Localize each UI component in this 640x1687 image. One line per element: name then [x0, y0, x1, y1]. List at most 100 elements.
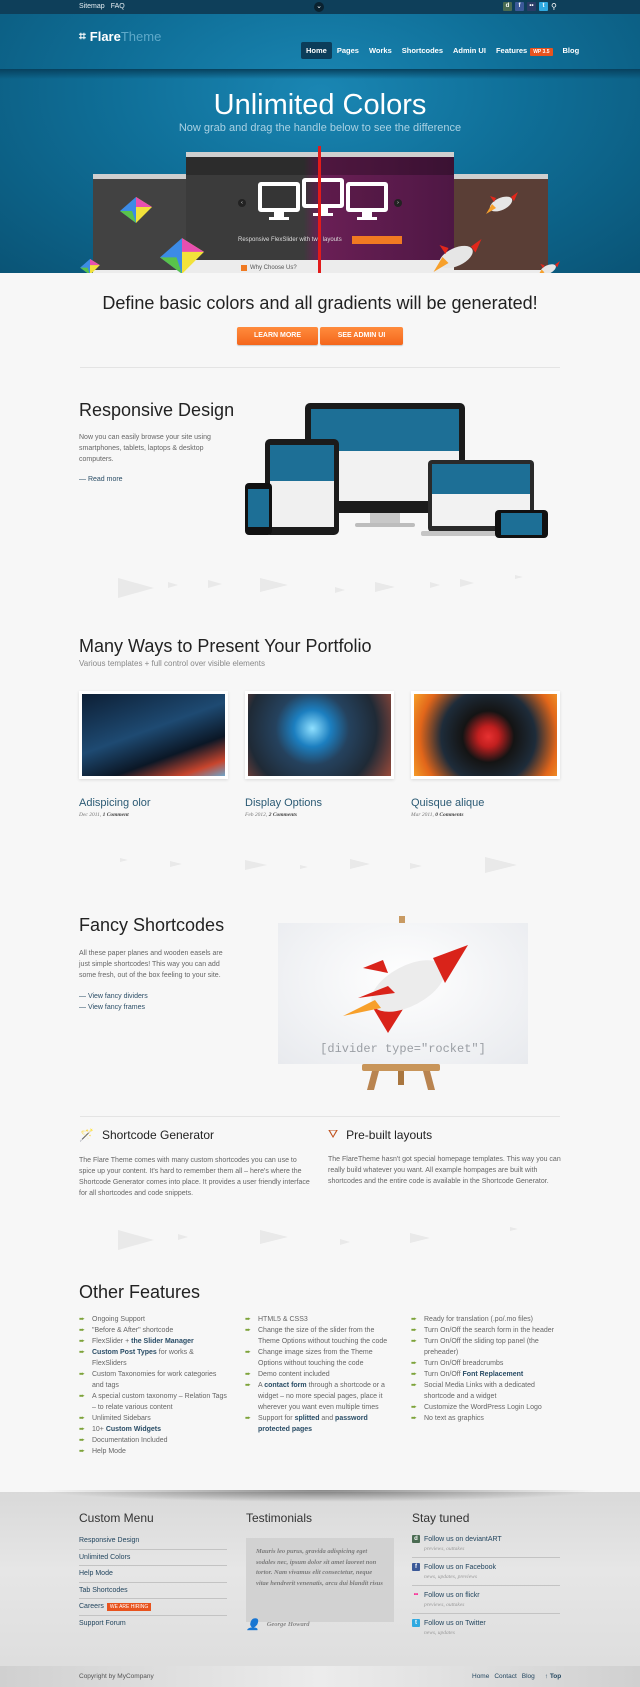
item-comments[interactable]: 0 Comments: [435, 812, 463, 818]
social-sub: news, updates, previews: [424, 1574, 477, 1580]
rocket-icon: [539, 261, 560, 273]
magic-wand-icon: 🪄: [79, 1128, 94, 1142]
responsive-title: Responsive Design: [79, 400, 235, 420]
portfolio-item-title[interactable]: Adispicing olor: [79, 797, 151, 809]
sitemap-link[interactable]: Sitemap: [79, 3, 105, 10]
flickr-icon[interactable]: ••: [527, 2, 536, 11]
paper-plane-icon: [340, 1239, 350, 1245]
read-more-link[interactable]: — Read more: [79, 476, 123, 483]
top-social: d f •• t: [503, 2, 548, 11]
divider: [80, 1116, 560, 1117]
bottom-links: Home Contact Blog ↑ Top: [472, 1673, 561, 1680]
feature-item: Change image sizes from the Theme Option…: [245, 1347, 395, 1369]
view-dividers-link[interactable]: — View fancy dividers: [79, 993, 148, 1000]
nav-pages[interactable]: Pages: [332, 42, 364, 59]
feature-item: Support for splitted and password protec…: [245, 1413, 395, 1435]
features-list-1: Ongoing Support"Before & After" shortcod…: [79, 1314, 229, 1457]
footer-menu-item[interactable]: Unlimited Colors: [79, 1550, 227, 1566]
stay-tuned-list: d Follow us on deviantART previews, outta…: [412, 1533, 560, 1644]
portfolio-thumb[interactable]: [411, 691, 560, 779]
chevron-down-icon[interactable]: ⌄: [314, 2, 324, 12]
social-item[interactable]: f Follow us on Facebook news, updates, pr…: [412, 1561, 560, 1586]
deviantart-icon[interactable]: d: [503, 2, 512, 11]
social-item[interactable]: •• Follow us on flickr previews, outtakes: [412, 1589, 560, 1614]
shortcodes-title: Fancy Shortcodes: [79, 915, 225, 935]
why-label: Why Choose Us?: [250, 265, 297, 271]
logo-icon: ⌗: [79, 29, 86, 43]
rocket-icon: [433, 239, 482, 272]
slider-prev-icon[interactable]: ‹: [238, 199, 246, 207]
social-label: Follow us on flickr: [424, 1591, 480, 1599]
bottom-contact-link[interactable]: Contact: [494, 1673, 516, 1680]
social-label: Follow us on deviantART: [424, 1535, 502, 1543]
hiring-badge: WE ARE HIRING: [106, 1603, 152, 1611]
feature-item: Help Mode: [79, 1446, 229, 1457]
paper-plane-icon: [375, 582, 395, 592]
slider-caption: Responsive FlexSlider with two layouts: [238, 237, 342, 243]
paper-planes-divider: [110, 1225, 530, 1255]
twitter-icon[interactable]: t: [539, 2, 548, 11]
layouts-text: The FlareTheme hasn't got special homepa…: [328, 1156, 561, 1185]
item-comments[interactable]: 1 Comment: [103, 812, 129, 818]
social-item[interactable]: t Follow us on Twitter news, updates: [412, 1617, 560, 1641]
top-bar: Sitemap FAQ ⌄ d f •• t ⚲: [0, 0, 640, 14]
bottom-home-link[interactable]: Home: [472, 1673, 489, 1680]
bottom-blog-link[interactable]: Blog: [522, 1673, 535, 1680]
nav-shortcodes[interactable]: Shortcodes: [397, 42, 448, 59]
bottom-bar: Copyright by MyCompany Home Contact Blog…: [0, 1666, 640, 1687]
social-item[interactable]: d Follow us on deviantART previews, outta…: [412, 1533, 560, 1558]
footer-menu-item[interactable]: Support Forum: [79, 1616, 227, 1633]
logo[interactable]: ⌗ Flare Theme: [79, 29, 161, 44]
layouts-title: Pre-built layouts: [346, 1127, 433, 1142]
footer-menu-item[interactable]: Responsive Design: [79, 1533, 227, 1550]
features-list-2: HTML5 & CSS3Change the size of the slide…: [245, 1314, 395, 1435]
item-date: Dec 2011,: [79, 812, 102, 818]
nav-home[interactable]: Home: [301, 42, 332, 59]
facebook-icon[interactable]: f: [515, 2, 524, 11]
feature-item: HTML5 & CSS3: [245, 1314, 395, 1325]
portfolio-thumb[interactable]: [79, 691, 228, 779]
see-admin-ui-button[interactable]: SEE ADMIN UI: [320, 327, 403, 345]
paper-plane-icon: [208, 580, 222, 588]
vinyl-image: [414, 694, 557, 776]
portfolio-item-title[interactable]: Quisque alique: [411, 797, 484, 809]
item-comments[interactable]: 2 Comments: [269, 812, 297, 818]
search-icon[interactable]: ⚲: [551, 2, 557, 11]
portfolio-item-title[interactable]: Display Options: [245, 797, 322, 809]
ruler-compass-icon: ⛛: [328, 1127, 339, 1141]
learn-more-button[interactable]: LEARN MORE: [237, 327, 318, 345]
drag-handle[interactable]: [318, 146, 321, 273]
slider-button[interactable]: [352, 236, 402, 244]
generator-title: Shortcode Generator: [101, 1128, 215, 1142]
generator-heading: 🪄 Shortcode Generator: [79, 1128, 214, 1142]
feature-item: Turn On/Off breadcrumbs: [411, 1358, 566, 1369]
paper-plane-icon: [410, 1233, 430, 1243]
faq-link[interactable]: FAQ: [111, 3, 125, 10]
footer-menu-item[interactable]: Tab Shortcodes: [79, 1583, 227, 1599]
cta-buttons: LEARN MORE SEE ADMIN UI: [237, 327, 403, 345]
wp-badge: WP 3.5: [530, 48, 553, 56]
social-label: Follow us on Twitter: [424, 1619, 486, 1627]
twitter-icon: t: [412, 1619, 420, 1627]
slider-next-icon[interactable]: ›: [394, 199, 402, 207]
portfolio-thumb[interactable]: [245, 691, 394, 779]
paper-plane-icon: [515, 575, 523, 579]
nav-works[interactable]: Works: [364, 42, 397, 59]
feature-item: Customize the WordPress Login Logo: [411, 1402, 566, 1413]
monitors-icon: [258, 178, 388, 222]
feature-item: Ongoing Support: [79, 1314, 229, 1325]
nav-features-label: Features: [495, 46, 528, 55]
flickr-icon: ••: [413, 1592, 419, 1598]
portfolio-item-meta: Mar 2011, 0 Comments: [411, 812, 463, 818]
view-frames-link[interactable]: — View fancy frames: [79, 1004, 145, 1011]
social-label: Follow us on Facebook: [424, 1563, 496, 1571]
kite-icon: [120, 197, 152, 223]
feature-item: Change the size of the slider from the T…: [245, 1325, 395, 1347]
footer-menu-item[interactable]: Help Mode: [79, 1566, 227, 1583]
nav-blog[interactable]: Blog: [558, 42, 585, 59]
nav-features[interactable]: Features WP 3.5: [491, 42, 558, 59]
custom-menu-title: Custom Menu: [79, 1511, 154, 1525]
footer-menu-item[interactable]: Careers WE ARE HIRING: [79, 1599, 227, 1616]
nav-admin-ui[interactable]: Admin UI: [448, 42, 491, 59]
back-to-top-link[interactable]: ↑ Top: [545, 1673, 562, 1680]
